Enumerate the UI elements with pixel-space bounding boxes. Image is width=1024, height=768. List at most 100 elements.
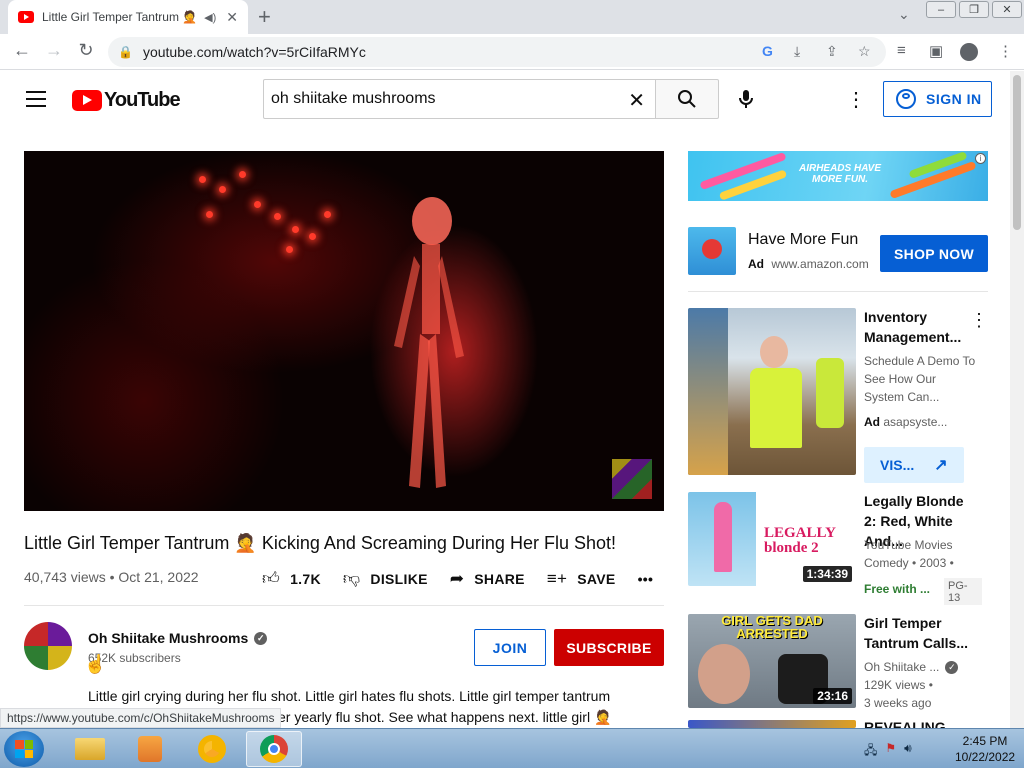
ad-label: Ad [748, 257, 764, 271]
settings-kebab-icon[interactable]: ⋮ [846, 87, 866, 112]
ad-info-icon[interactable]: i [975, 153, 986, 164]
verified-check-icon: ✓ [945, 660, 959, 674]
browser-tab[interactable]: Little Girl Temper Tantrum 🤦 ◀) ✕ [8, 0, 248, 34]
start-button[interactable] [4, 731, 44, 767]
rec-thumbnail[interactable]: LEGALLY blonde 2 1:34:39 [688, 492, 856, 586]
channel-name-row[interactable]: Oh Shiitake Mushrooms ✓ [88, 630, 268, 646]
sign-in-label: SIGN IN [926, 91, 982, 107]
back-icon[interactable]: ← [10, 40, 34, 61]
windows-taskbar: 🖧 ⚑ 🔊︎ 2:45 PM 10/22/2022 [0, 728, 1024, 768]
url-text: youtube.com/watch?v=5rCiIfaRMYc [142, 44, 366, 60]
thumbs-up-icon: 👍︎ [262, 569, 281, 588]
youtube-logo[interactable]: YouTube [72, 89, 181, 112]
bookmark-star-icon[interactable]: ☆ [858, 43, 871, 60]
install-app-icon[interactable]: ⤓ [794, 43, 800, 60]
rec-description: Schedule A Demo To See How Our System Ca… [864, 354, 976, 404]
side-panel-icon[interactable]: ▣ [929, 42, 943, 60]
ad-thumbnail[interactable] [688, 227, 736, 275]
youtube-favicon-icon [18, 11, 34, 23]
ad-domain: www.amazon.com [771, 257, 869, 271]
rec-thumbnail[interactable] [688, 720, 856, 728]
rec-thumbnail[interactable] [688, 308, 856, 475]
action-center-flag-icon[interactable]: ⚑ [885, 741, 896, 762]
visit-site-button[interactable]: VIS... ↗ [864, 447, 964, 483]
visit-label: VIS... [880, 457, 915, 473]
new-tab-icon[interactable]: + [258, 4, 271, 30]
chrome-canary-taskbar-icon[interactable] [184, 731, 240, 767]
clock-date: 10/22/2022 [955, 750, 1016, 764]
save-button[interactable]: ≡+ SAVE [547, 569, 616, 589]
subscribe-button[interactable]: SUBSCRIBE [554, 629, 664, 666]
divider [24, 605, 664, 606]
media-control-icon[interactable]: ≡ [897, 42, 906, 59]
network-icon[interactable]: 🖧 [864, 741, 877, 762]
thumb-text: GIRL GETS DAD ARRESTED [721, 614, 823, 641]
clear-search-icon[interactable]: ✕ [628, 88, 645, 113]
rec-channel: Oh Shiitake ... [864, 660, 940, 674]
audio-playing-icon[interactable]: ◀) [204, 11, 216, 24]
tab-search-chevron-icon[interactable]: ⌄ [898, 6, 910, 23]
search-input[interactable] [271, 90, 621, 108]
video-player[interactable] [24, 151, 664, 511]
rec-channel: YouTube Movies [864, 538, 953, 552]
playlist-add-icon: ≡+ [546, 568, 568, 588]
rec-title[interactable]: REVEALING MY... [864, 718, 979, 728]
free-badge: Free with ... [864, 582, 931, 596]
shop-now-button[interactable]: SHOP NOW [880, 235, 988, 272]
minimize-icon[interactable]: – [926, 1, 956, 18]
status-bar-url: https://www.youtube.com/c/OhShiitakeMush… [0, 708, 282, 728]
rec-title[interactable]: Inventory Management... [864, 307, 979, 347]
search-button[interactable] [655, 79, 719, 119]
channel-name: Oh Shiitake Mushrooms [88, 630, 249, 646]
more-actions-icon[interactable]: ••• [638, 571, 654, 587]
thumbs-down-icon: 👎︎ [342, 569, 361, 588]
like-count: 1.7K [290, 570, 321, 587]
dislike-label: DISLIKE [370, 570, 428, 587]
volume-icon[interactable]: 🔊︎ [904, 741, 912, 762]
page-scrollbar[interactable] [1010, 71, 1024, 728]
browser-toolbar: ← → ↻ 🔒 youtube.com/watch?v=5rCiIfaRMYc … [0, 34, 1024, 70]
banner-text: AIRHEADS HAVE MORE FUN. [798, 163, 882, 185]
restore-icon[interactable]: ❐ [959, 1, 989, 18]
media-player-taskbar-icon[interactable] [122, 731, 178, 767]
rec-views: 129K views • [864, 678, 933, 692]
like-button[interactable]: 👍︎ 1.7K [262, 568, 321, 589]
close-tab-icon[interactable]: ✕ [226, 9, 238, 26]
tab-title: Little Girl Temper Tantrum 🤦 [42, 10, 198, 24]
rec-thumbnail[interactable]: GIRL GETS DAD ARRESTED 23:16 [688, 614, 856, 708]
taskbar-clock[interactable]: 2:45 PM 10/22/2022 [955, 733, 1015, 765]
rec-meta: Comedy • 2003 • [864, 556, 954, 570]
profile-avatar-icon[interactable] [960, 43, 978, 61]
close-window-icon[interactable]: ✕ [992, 1, 1022, 18]
video-duration: 23:16 [813, 688, 852, 704]
rec-ad-source: Ad asapsyste... [864, 413, 979, 431]
rec-more-icon[interactable]: ⋮ [970, 310, 988, 331]
ad-headline[interactable]: Have More Fun [748, 231, 858, 249]
chrome-taskbar-icon[interactable] [246, 731, 302, 767]
reload-icon[interactable]: ↻ [74, 40, 98, 61]
forward-icon[interactable]: → [42, 40, 66, 61]
scrollbar-thumb[interactable] [1013, 75, 1021, 230]
chrome-menu-icon[interactable]: ⋮ [998, 42, 1013, 60]
hamburger-menu-icon[interactable] [26, 91, 46, 107]
google-translate-icon[interactable]: G [762, 43, 773, 59]
save-label: SAVE [577, 570, 616, 587]
dislike-button[interactable]: 👎︎ DISLIKE [343, 568, 428, 589]
rec-title[interactable]: Girl Temper Tantrum Calls... [864, 613, 979, 653]
channel-avatar[interactable] [24, 622, 72, 670]
description-line: Little girl crying during her flu shot. … [88, 688, 611, 704]
join-button[interactable]: JOIN [474, 629, 546, 666]
share-button[interactable]: ➦ SHARE [450, 569, 525, 589]
browser-tab-strip: Little Girl Temper Tantrum 🤦 ◀) ✕ + ⌄ – … [0, 0, 1024, 34]
skeleton-decoration [394, 197, 464, 488]
share-page-icon[interactable]: ⇪ [826, 43, 838, 60]
ad-banner[interactable]: AIRHEADS HAVE MORE FUN. [688, 151, 988, 201]
lock-icon[interactable]: 🔒 [118, 45, 133, 59]
window-controls: – ❐ ✕ [926, 1, 1024, 18]
file-explorer-taskbar-icon[interactable] [62, 731, 118, 767]
sign-in-button[interactable]: SIGN IN [883, 81, 992, 117]
hand-cursor-icon: ☝ [84, 654, 107, 674]
channel-watermark[interactable] [612, 459, 652, 499]
voice-search-mic-icon[interactable] [734, 87, 758, 111]
thumb-text: LEGALLY blonde 2 [764, 525, 836, 556]
